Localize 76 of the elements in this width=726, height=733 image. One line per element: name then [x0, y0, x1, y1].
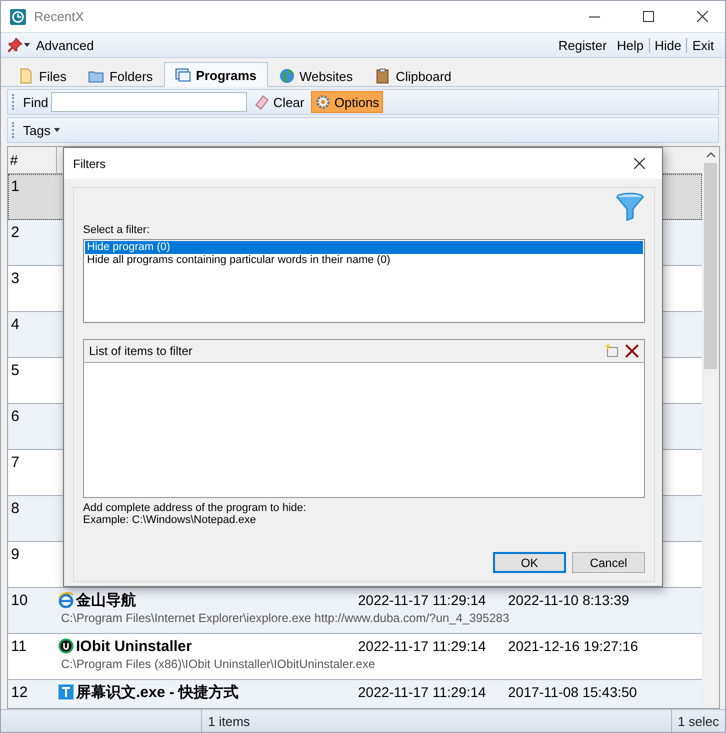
scrollbar[interactable]: [702, 147, 719, 708]
items-list-title: List of items to filter: [89, 344, 194, 358]
tab[interactable]: Programs: [164, 62, 268, 87]
table-row[interactable]: 12 屏幕识文.exe - 快捷方式 2022-11-17 11:29:14 2017-11-08 15:43:50: [8, 680, 702, 708]
dialog-button[interactable]: OK: [493, 552, 566, 573]
close-icon: [696, 11, 708, 22]
clear-button[interactable]: Clear: [250, 91, 308, 113]
clipboard-icon: [374, 68, 391, 84]
close-icon: [634, 158, 644, 169]
items-list[interactable]: List of items to filter: [83, 339, 645, 498]
dialog-button[interactable]: Cancel: [572, 552, 645, 573]
date-cell-text: 2022-11-17 11:29:14: [358, 638, 487, 654]
program-path: C:\Program Files (x86)\IObit Uninstaller\IObitUninstaler.exe: [60, 657, 376, 671]
select-filter-label: Select a filter:: [83, 224, 151, 236]
row-number: 6: [10, 407, 20, 425]
tags-menu[interactable]: Tags: [23, 122, 50, 138]
filter-item[interactable]: Hide program (0): [85, 241, 643, 254]
row-number: 8: [10, 499, 20, 517]
document-icon: [18, 68, 34, 84]
table-row[interactable]: 10 金山导航 2022-11-17 11:29:14 2022-11-10 8:13:39 C:\Program Files\Internet Explorer\iexplore.exe http://www.duba.com/?un_4_395283: [8, 588, 702, 634]
window-title: RecentX: [34, 9, 85, 24]
menu-item[interactable]: Help: [612, 38, 649, 52]
eraser-icon: [254, 94, 270, 110]
advanced-menu[interactable]: Advanced: [31, 38, 99, 52]
program-path: C:\Program Files\Internet Explorer\iexplore.exe http://www.duba.com/?un_4_395283: [60, 611, 510, 625]
row-number: 12: [10, 683, 29, 701]
row-number: 4: [10, 315, 20, 333]
row-number: 9: [10, 545, 20, 563]
date-cell-text: 2022-11-10 8:13:39: [508, 592, 630, 608]
hint-text: Example: C:\Windows\Notepad.exe: [83, 514, 258, 526]
date-cell-text: 2022-11-17 11:29:14: [358, 684, 487, 700]
tab[interactable]: Files: [7, 64, 78, 87]
program-name: 屏幕识文.exe - 快捷方式: [76, 682, 240, 702]
date-cell-text: 2022-11-17 11:29:14: [358, 592, 487, 608]
row-number: 10: [10, 591, 29, 609]
caret-icon: [53, 126, 62, 134]
filter-item[interactable]: Hide all programs containing particular words in their name (0): [85, 254, 643, 267]
row-number: 3: [10, 269, 20, 287]
gear-icon: [315, 94, 332, 110]
filter-list[interactable]: Hide program (0) Hide all programs containing particular words in their name (0): [83, 239, 645, 323]
scroll-up-icon: [706, 151, 716, 159]
new-item-icon: [605, 344, 619, 358]
selection-count: 1 selec: [670, 710, 725, 732]
dialog-title: Filters: [73, 156, 107, 170]
maximize-icon: [642, 11, 654, 22]
find-label: Find: [23, 94, 48, 110]
tab[interactable]: Clipboard: [364, 64, 462, 87]
item-count: 1 items: [201, 710, 671, 732]
row-number: 11: [10, 637, 28, 655]
funnel-icon: [615, 192, 645, 222]
text-app-icon: [58, 684, 74, 700]
find-field[interactable]: [51, 92, 248, 112]
globe-icon: [278, 68, 295, 84]
delete-icon: [625, 344, 639, 358]
row-number: 7: [10, 453, 20, 471]
row-number: 1: [10, 177, 20, 195]
row-number: 5: [10, 361, 20, 379]
hint-text: Add complete address of the program to hide:: [83, 502, 308, 514]
app-logo-icon: [10, 8, 26, 24]
row-number: 2: [10, 223, 20, 241]
menu-item[interactable]: Exit: [686, 38, 719, 52]
column-header[interactable]: #: [8, 147, 57, 173]
date-cell-text: 2021-12-16 19:27:16: [508, 638, 639, 654]
uninstaller-icon: [58, 638, 74, 654]
pushpin-icon: [7, 37, 23, 53]
program-name: IObit Uninstaller: [76, 638, 193, 654]
tab[interactable]: Folders: [77, 64, 164, 87]
browser-icon: [58, 592, 74, 608]
options-button[interactable]: Options: [311, 91, 384, 113]
caret-icon: [23, 41, 31, 49]
menu-item[interactable]: Hide: [648, 38, 686, 52]
menu-item[interactable]: Register: [553, 38, 612, 52]
windows-icon: [174, 67, 191, 83]
tab[interactable]: Websites: [268, 64, 364, 87]
date-cell-text: 2017-11-08 15:43:50: [508, 684, 638, 700]
program-name: 金山导航: [76, 590, 137, 610]
